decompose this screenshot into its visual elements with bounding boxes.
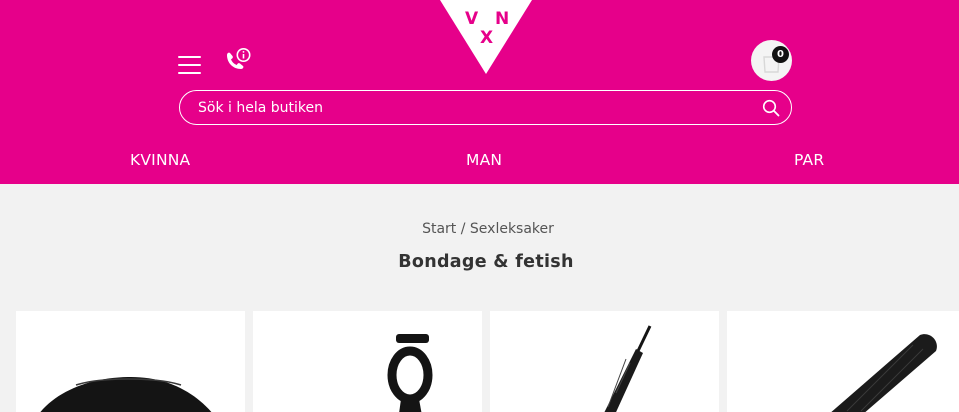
hamburger-icon-line-middle: [178, 64, 201, 66]
breadcrumb: Start / Sexleksaker: [0, 221, 959, 237]
phone-info-icon: [227, 48, 251, 69]
product-card[interactable]: [253, 311, 482, 412]
whip-image: [604, 325, 652, 412]
menu-button[interactable]: [178, 55, 202, 75]
logo-letter-v: V: [465, 9, 479, 29]
product-card[interactable]: [490, 311, 719, 412]
paddle-image: [831, 334, 937, 412]
nav-item-kvinna[interactable]: KVINNA: [130, 151, 190, 169]
search-bar: [179, 90, 792, 125]
page-title: Bondage & fetish: [398, 252, 574, 272]
nav-item-man[interactable]: MAN: [466, 151, 502, 169]
logo-letter-x: X: [480, 28, 494, 48]
blindfold-image: [40, 377, 212, 412]
cart-button[interactable]: 0: [751, 40, 792, 81]
breadcrumb-start-link[interactable]: Start: [422, 221, 456, 237]
nav-item-par[interactable]: PAR: [794, 151, 824, 169]
hamburger-icon-line-bottom: [178, 72, 201, 74]
breadcrumb-separator: /: [456, 221, 470, 237]
cart-count-badge: 0: [772, 46, 789, 63]
product-card[interactable]: [16, 311, 245, 412]
search-icon[interactable]: [762, 99, 780, 117]
search-input[interactable]: [198, 97, 758, 118]
site-logo[interactable]: V N X: [440, 0, 532, 74]
logo-letter-n: N: [495, 9, 510, 29]
site-header: V N X 0 KVINNA MAN PAR: [0, 0, 959, 184]
cuff-image: [387, 334, 433, 412]
hamburger-icon-line-top: [178, 56, 201, 58]
phone-info-button[interactable]: [222, 47, 252, 77]
breadcrumb-sexleksaker-link[interactable]: Sexleksaker: [470, 221, 554, 237]
product-card[interactable]: [727, 311, 959, 412]
